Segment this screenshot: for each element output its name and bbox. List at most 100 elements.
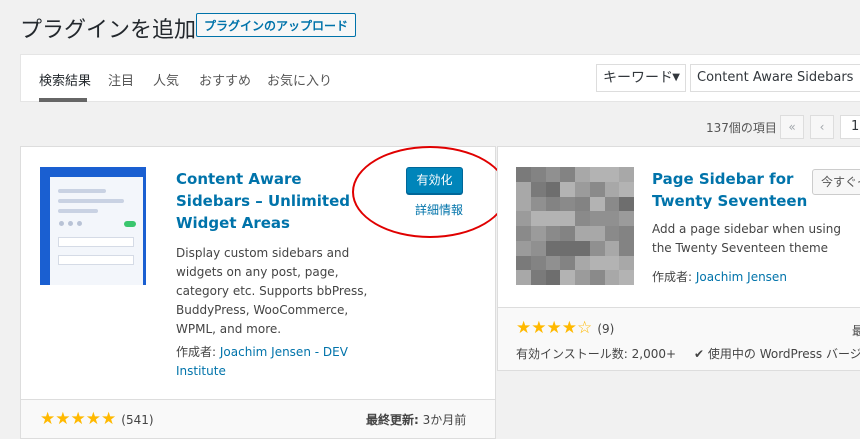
- thumbnail-pixel: [604, 181, 620, 197]
- last-updated-label: 最終更新:: [366, 413, 419, 427]
- thumbnail-pixel: [589, 196, 605, 212]
- empty-star-icon: ☆: [576, 318, 593, 338]
- active-installs: 有効インストール数: 2,000+: [516, 347, 677, 361]
- tab-favorites[interactable]: お気に入り: [267, 70, 332, 89]
- thumbnail-pixel: [619, 167, 634, 182]
- thumbnail-pixel: [516, 196, 531, 212]
- plugin-description: Display custom sidebars and widgets on a…: [176, 244, 367, 339]
- plugin-rating: ★★★★★ (541): [40, 409, 154, 429]
- search-input[interactable]: Content Aware Sidebars: [690, 64, 860, 92]
- thumbnail-pixel: [530, 167, 546, 182]
- thumbnail-pixel: [589, 255, 605, 271]
- upload-plugin-button[interactable]: プラグインのアップロード: [196, 13, 357, 37]
- plugin-thumbnail-icon[interactable]: [516, 167, 634, 285]
- plugin-title-line: Sidebars – Unlimited: [176, 192, 350, 210]
- thumbnail-pixel: [545, 181, 561, 197]
- thumbnail-pixel: [530, 181, 546, 197]
- thumbnail-pixel: [516, 270, 531, 285]
- author-link[interactable]: Joachim Jensen: [696, 270, 787, 284]
- star-rating-icon: ★★★★: [516, 318, 577, 338]
- thumbnail-pixel: [575, 226, 590, 241]
- thumbnail-pixel: [604, 196, 620, 212]
- thumbnail-pixel: [545, 211, 561, 226]
- thumbnail-pixel: [560, 240, 575, 256]
- current-page-input[interactable]: 1: [840, 115, 860, 139]
- thumbnail-pixel: [560, 196, 575, 212]
- page-title: プラグインを追加: [20, 18, 197, 43]
- thumbnail-pixel: [619, 255, 634, 271]
- thumbnail-pixel: [604, 167, 620, 182]
- thumbnail-pixel: [619, 270, 634, 285]
- thumbnail-pixel: [560, 167, 575, 182]
- description-line: the Twenty Seventeen theme: [652, 241, 829, 255]
- thumbnail-pixel: [516, 226, 531, 241]
- thumbnail-pixel: [575, 167, 590, 182]
- tab-search-results[interactable]: 検索結果: [39, 70, 91, 89]
- last-updated: 最: [852, 324, 860, 338]
- thumbnail-pixel: [560, 226, 575, 241]
- rating-count-link[interactable]: (541): [121, 413, 153, 427]
- thumbnail-pixel: [604, 255, 620, 271]
- thumbnail-pixel: [560, 211, 575, 226]
- plugin-title-line: Page Sidebar for: [652, 170, 794, 188]
- plugin-author: 作成者: Joachim Jensen - DEV Institute: [176, 343, 348, 381]
- thumbnail-pixel: [589, 211, 605, 226]
- thumbnail-pixel: [589, 226, 605, 241]
- thumbnail-pixel: [619, 211, 634, 226]
- thumbnail-pixel: [575, 240, 590, 256]
- install-now-button[interactable]: 今すぐイ: [812, 169, 860, 195]
- author-label: 作成者:: [176, 345, 217, 359]
- plugin-title-line: Widget Areas: [176, 214, 290, 232]
- plugin-title-link[interactable]: Page Sidebar for Twenty Seventeen: [652, 168, 807, 212]
- plugin-rating: ★★★★☆ (9): [516, 318, 614, 338]
- thumbnail-pixel: [516, 255, 531, 271]
- thumbnail-pixel: [604, 270, 620, 285]
- tab-featured[interactable]: 注目: [108, 70, 134, 89]
- plugin-title-line: Content Aware: [176, 170, 302, 188]
- author-link[interactable]: Institute: [176, 364, 226, 378]
- thumbnail-pixel: [530, 226, 546, 241]
- plugin-title-line: Twenty Seventeen: [652, 192, 808, 210]
- description-line: BuddyPress, WooCommerce,: [176, 303, 349, 317]
- tab-popular[interactable]: 人気: [153, 70, 179, 89]
- tab-recommended[interactable]: おすすめ: [199, 70, 251, 89]
- last-updated: 最終更新: 3か月前: [366, 411, 466, 428]
- thumbnail-pixel: [575, 255, 590, 271]
- thumbnail-pixel: [589, 240, 605, 256]
- prev-page-button[interactable]: ‹: [810, 115, 834, 139]
- author-link[interactable]: Joachim Jensen - DEV: [220, 345, 348, 359]
- thumbnail-pixel: [545, 255, 561, 271]
- current-tab-indicator: [39, 98, 87, 102]
- thumbnail-pixel: [604, 226, 620, 241]
- first-page-button[interactable]: «: [780, 115, 804, 139]
- description-line: widgets on any post, page,: [176, 265, 339, 279]
- thumbnail-pixel: [619, 240, 634, 256]
- thumbnail-pixel: [545, 167, 561, 182]
- author-label: 作成者:: [652, 270, 693, 284]
- description-line: Add a page sidebar when using: [652, 222, 841, 236]
- thumbnail-pixel: [530, 255, 546, 271]
- thumbnail-pixel: [516, 181, 531, 197]
- search-type-select[interactable]: キーワード ▼: [596, 64, 686, 92]
- thumbnail-pixel: [516, 167, 531, 182]
- thumbnail-pixel: [619, 226, 634, 241]
- last-updated-value: 3か月前: [422, 413, 467, 427]
- items-count: 137個の項目: [706, 121, 777, 135]
- checkmark-icon: ✔: [694, 347, 705, 361]
- description-line: WPML, and more.: [176, 322, 282, 336]
- thumbnail-pixel: [530, 196, 546, 212]
- plugin-title-link[interactable]: Content Aware Sidebars – Unlimited Widge…: [176, 168, 350, 234]
- thumbnail-pixel: [619, 196, 634, 212]
- thumbnail-pixel: [560, 181, 575, 197]
- description-line: category etc. Supports bbPress,: [176, 284, 368, 298]
- plugin-icon[interactable]: [40, 167, 146, 285]
- search-type-value: キーワード: [603, 70, 673, 86]
- rating-count-link[interactable]: (9): [597, 322, 614, 336]
- thumbnail-pixel: [604, 240, 620, 256]
- thumbnail-pixel: [545, 226, 561, 241]
- plugin-description: Add a page sidebar when using the Twenty…: [652, 220, 841, 258]
- thumbnail-pixel: [530, 270, 546, 285]
- thumbnail-pixel: [575, 196, 590, 212]
- thumbnail-pixel: [516, 211, 531, 226]
- thumbnail-pixel: [575, 270, 590, 285]
